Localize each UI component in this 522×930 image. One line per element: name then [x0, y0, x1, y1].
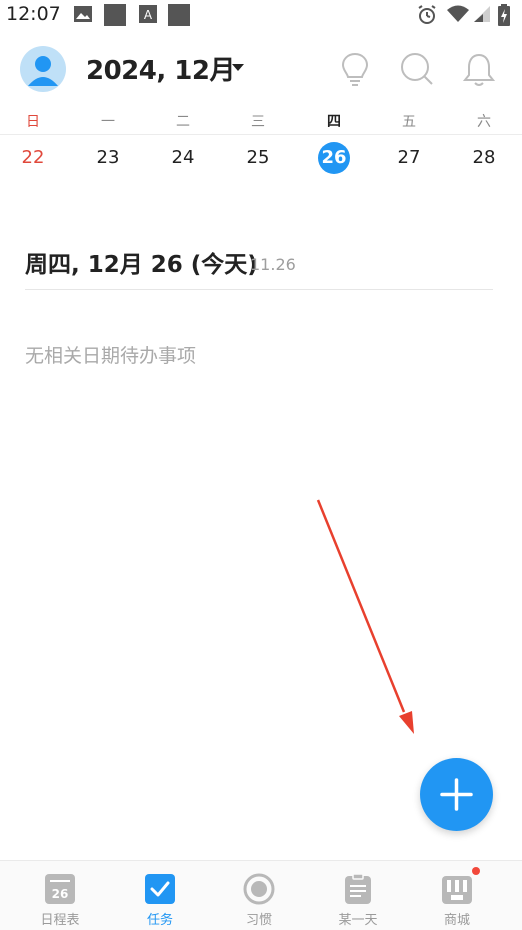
date-cell[interactable]: 28: [468, 142, 500, 174]
nav-label: 习惯: [245, 913, 272, 928]
weekday-sat: 六: [477, 114, 491, 130]
nav-habits[interactable]: 习惯: [207, 861, 311, 930]
empty-tasks-message: 无相关日期待办事项: [25, 345, 197, 367]
status-time: 12:07: [6, 3, 61, 25]
user-avatar-icon: [28, 56, 58, 86]
weekday-sun: 日: [26, 114, 40, 130]
nav-someday[interactable]: 某一天: [306, 861, 410, 930]
lightbulb-icon[interactable]: [336, 50, 374, 88]
calendar-icon: 26: [45, 874, 75, 904]
nav-label: 某一天: [338, 913, 378, 928]
nav-label: 任务: [146, 913, 173, 928]
selected-day-title: 周四, 12月 26 (今天): [25, 252, 258, 278]
cellular-signal-icon: [474, 6, 490, 22]
avatar[interactable]: [20, 46, 66, 92]
plus-icon: [440, 778, 473, 811]
weekday-mon: 一: [101, 114, 115, 130]
gallery-notification-icon: [74, 6, 92, 22]
notification-square-icon: [104, 4, 126, 26]
app-header: 2024, 12月: [0, 38, 522, 100]
habit-circle-icon: [243, 873, 275, 905]
month-selector-title[interactable]: 2024, 12月: [86, 50, 235, 87]
svg-text:A: A: [144, 8, 153, 22]
search-icon[interactable]: [398, 50, 436, 88]
date-cell[interactable]: 23: [92, 142, 124, 174]
weekday-header-row: 日 一 二 三 四 五 六: [0, 108, 522, 135]
weekday-fri: 五: [402, 114, 416, 130]
lunar-date-subtitle: 11.26: [250, 255, 296, 274]
clipboard-icon: [345, 873, 371, 904]
weekday-wed: 三: [251, 114, 265, 130]
notification-square-icon-2: [168, 4, 190, 26]
nav-schedule[interactable]: 26 日程表: [8, 861, 112, 930]
wifi-icon: [447, 5, 469, 22]
store-icon: [442, 876, 472, 904]
date-cell-today[interactable]: 26: [318, 142, 350, 174]
status-bar: 12:07 A: [0, 0, 522, 30]
store-notification-dot: [472, 867, 480, 875]
calendar-icon-date: 26: [52, 887, 69, 901]
checkbox-icon: [145, 874, 175, 904]
bell-icon[interactable]: [460, 50, 498, 88]
text-notification-icon: A: [139, 5, 157, 23]
section-divider: [25, 289, 493, 290]
nav-store[interactable]: 商城: [405, 861, 509, 930]
nav-label: 商城: [443, 913, 470, 928]
nav-tasks[interactable]: 任务: [108, 861, 212, 930]
week-date-row: 22 23 24 25 26 27 28: [0, 140, 522, 180]
nav-label: 日程表: [40, 913, 80, 928]
bottom-navigation: 26 日程表 任务 习惯 某一天 商城: [0, 860, 522, 930]
add-task-fab-button[interactable]: [420, 758, 493, 831]
alarm-icon: [418, 5, 436, 24]
date-cell[interactable]: 24: [167, 142, 199, 174]
weekday-tue: 二: [176, 114, 190, 130]
weekday-thu: 四: [327, 114, 341, 130]
month-dropdown-caret-icon[interactable]: [232, 64, 244, 71]
date-cell[interactable]: 25: [242, 142, 274, 174]
date-cell[interactable]: 27: [393, 142, 425, 174]
date-cell[interactable]: 22: [17, 142, 49, 174]
battery-charging-icon: [498, 4, 510, 26]
